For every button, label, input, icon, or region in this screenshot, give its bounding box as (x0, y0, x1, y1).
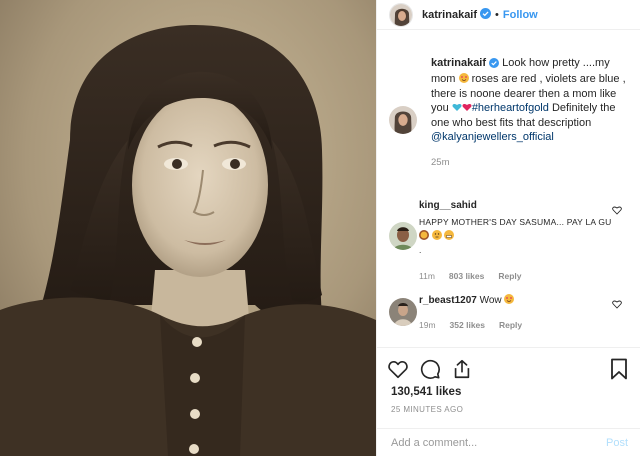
comment-text: HAPPY MOTHER'S DAY SASUMA... PAY LA GU (419, 215, 620, 243)
comments-section: katrinakaif Look how pretty ....my mom r… (377, 56, 640, 330)
avatar-image (390, 3, 412, 26)
comment-likes[interactable]: 803 likes (449, 271, 484, 281)
reply-button[interactable]: Reply (499, 320, 522, 330)
comment-avatar[interactable] (389, 298, 417, 326)
caption-mention[interactable]: @kalyanjewellers_official (431, 131, 554, 143)
comment-username[interactable]: r_beast1207 (419, 295, 477, 306)
instagram-post: katrinakaif • Follow katrinakaif Look ho… (0, 0, 640, 456)
heart-eyes-emoji-icon (504, 294, 515, 306)
comment-avatar-image (389, 222, 417, 250)
follow-button[interactable]: Follow (503, 9, 538, 21)
comment-time[interactable]: 19m (419, 320, 436, 330)
bookmark-icon[interactable] (610, 358, 628, 380)
avatar[interactable] (389, 2, 413, 27)
verified-badge-icon (480, 7, 492, 22)
comment-like-icon[interactable] (612, 299, 622, 309)
comment-avatar-image (389, 298, 417, 326)
reply-button[interactable]: Reply (498, 271, 521, 281)
comment-like-icon[interactable] (612, 205, 622, 215)
caption-timestamp[interactable]: 25m (431, 157, 626, 168)
comment-message: Wow (479, 295, 502, 306)
post-header: katrinakaif • Follow (377, 0, 640, 30)
comment-body: r_beast1207 Wow 19m 352 likes Reply (419, 294, 620, 330)
action-icons (377, 348, 640, 384)
post-actions: 130,541 likes 25 MINUTES AGO Post (377, 347, 640, 456)
heart-eyes-emoji-icon (458, 73, 469, 84)
caption-text: katrinakaif Look how pretty ....my mom r… (431, 56, 626, 144)
thinking-emoji-icon (431, 230, 442, 241)
comment-line: r_beast1207 Wow (419, 294, 620, 308)
post-side-panel: katrinakaif • Follow katrinakaif Look ho… (376, 0, 640, 456)
post-button[interactable]: Post (606, 437, 628, 449)
add-comment-input[interactable] (391, 437, 606, 449)
header-separator: • (495, 8, 499, 21)
comment-username[interactable]: king__sahid (419, 200, 620, 211)
likes-count[interactable]: 130,541 likes (391, 386, 461, 398)
comment-time[interactable]: 11m (419, 271, 435, 281)
like-icon[interactable] (387, 358, 409, 380)
hug-emoji-icon (419, 230, 429, 241)
comment-meta: 19m 352 likes Reply (419, 320, 620, 330)
comment-composer: Post (377, 428, 640, 456)
red-heart-emoji-icon (462, 102, 472, 112)
comment-likes[interactable]: 352 likes (450, 320, 485, 330)
comment-body: king__sahid HAPPY MOTHER'S DAY SASUMA...… (419, 200, 620, 281)
comment-icon[interactable] (419, 358, 441, 380)
caption: katrinakaif Look how pretty ....my mom r… (377, 56, 640, 168)
post-photo[interactable] (0, 0, 376, 456)
post-timestamp[interactable]: 25 MINUTES AGO (391, 405, 463, 414)
comment-avatar[interactable] (389, 222, 417, 250)
caption-avatar[interactable] (389, 106, 417, 134)
header-username[interactable]: katrinakaif (422, 9, 477, 21)
grin-emoji-icon (444, 230, 455, 241)
comment-meta: 11m 803 likes Reply (419, 271, 620, 281)
share-icon[interactable] (451, 358, 473, 380)
sepia-portrait-image (0, 0, 376, 456)
comment-trailing: . (419, 245, 422, 255)
caption-hashtag[interactable]: #herheartofgold (472, 102, 549, 114)
caption-avatar-image (389, 106, 417, 134)
verified-badge-icon (489, 58, 500, 72)
caption-username[interactable]: katrinakaif (431, 57, 486, 69)
comment-message: HAPPY MOTHER'S DAY SASUMA... PAY LA GU (419, 217, 612, 227)
blue-heart-emoji-icon (452, 102, 462, 112)
